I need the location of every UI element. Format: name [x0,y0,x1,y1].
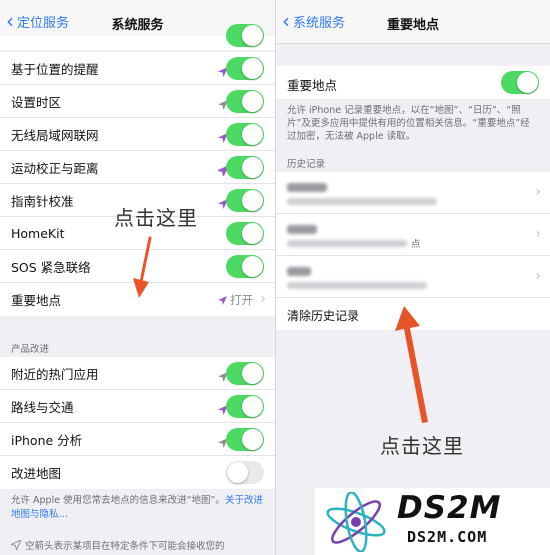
row-significant-locations-toggle[interactable]: 重要地点 [276,66,550,99]
system-services-screen: ‹ 定位服务 系统服务 基于位置的提醒 设置时区 无线局域网联网 运动校正与距离 [0,0,275,555]
annotation-arrow-left [133,236,152,298]
toggle-homekit[interactable] [226,222,264,245]
right-navbar: ‹ 系统服务 重要地点 [276,0,550,44]
product-improvement-list: 附近的热门应用 路线与交通 iPhone 分析 改进地图 [0,357,275,489]
row-improve-maps[interactable]: 改进地图 [0,456,275,489]
chevron-right-icon: › [535,268,541,284]
back-to-location-services[interactable]: ‹ 定位服务 [6,8,69,33]
improve-maps-footer: 允许 Apple 使用您常去地点的信息来改进“地图”。关于改进地图与隐私… [11,495,263,520]
toggle-popular-near-me[interactable] [226,362,264,385]
toggle-wlan-networking[interactable] [226,123,264,146]
significant-locations-status: 打开 [230,293,253,307]
chevron-left-icon: ‹ [282,8,290,33]
ds2m-logo: DS2M DS2M.COM [315,488,550,555]
toggle-routing-traffic[interactable] [226,395,264,418]
chevron-right-icon: › [535,184,541,200]
row-location-reminders[interactable]: 基于位置的提醒 [0,52,275,85]
history-detail-suffix: 点 [411,239,421,250]
chevron-right-icon: › [260,291,266,307]
location-arrow-icon [218,295,227,305]
section-header-product-improvement: 产品改进 [11,344,50,355]
annotation-click-here-right: 点击这里 [380,434,464,458]
section-header-history: 历史记录 [287,159,326,170]
significant-locations-description: 允许 iPhone 记录重要地点，以在“地图”、“日历”、“照片”及更多应用中提… [287,105,530,142]
history-item[interactable]: › [276,172,550,214]
annotation-click-here-left: 点击这里 [114,206,198,230]
toggle-location-reminders[interactable] [226,57,264,80]
toggle-significant-locations[interactable] [501,71,539,94]
toggle-improve-maps[interactable] [226,461,264,484]
hollow-arrow-icon [9,539,22,552]
row-popular-near-me[interactable]: 附近的热门应用 [0,357,275,390]
chevron-right-icon: › [535,226,541,242]
row-routing-traffic[interactable]: 路线与交通 [0,390,275,423]
partial-toggle[interactable] [226,24,264,47]
significant-locations-screen: ‹ 系统服务 重要地点 重要地点 允许 iPhone 记录重要地点，以在“地图”… [276,0,550,555]
toggle-set-timezone[interactable] [226,90,264,113]
row-motion-calibration[interactable]: 运动校正与距离 [0,151,275,184]
history-item[interactable]: › [276,256,550,298]
chevron-left-icon: ‹ [6,8,14,33]
row-wlan-networking[interactable]: 无线局域网联网 [0,118,275,151]
row-iphone-analytics[interactable]: iPhone 分析 [0,423,275,456]
toggle-motion-calibration[interactable] [226,156,264,179]
partial-row [0,24,275,50]
toggle-sos[interactable] [226,255,264,278]
toggle-compass-calibration[interactable] [226,189,264,212]
atom-icon [326,492,386,552]
back-to-system-services[interactable]: ‹ 系统服务 [282,8,345,33]
bottom-note: 空箭头表示某项目在特定条件下可能会接收您的 [9,539,264,554]
history-item[interactable]: 点 › [276,214,550,256]
row-set-timezone[interactable]: 设置时区 [0,85,275,118]
annotation-arrow-right [395,306,428,423]
toggle-iphone-analytics[interactable] [226,428,264,451]
